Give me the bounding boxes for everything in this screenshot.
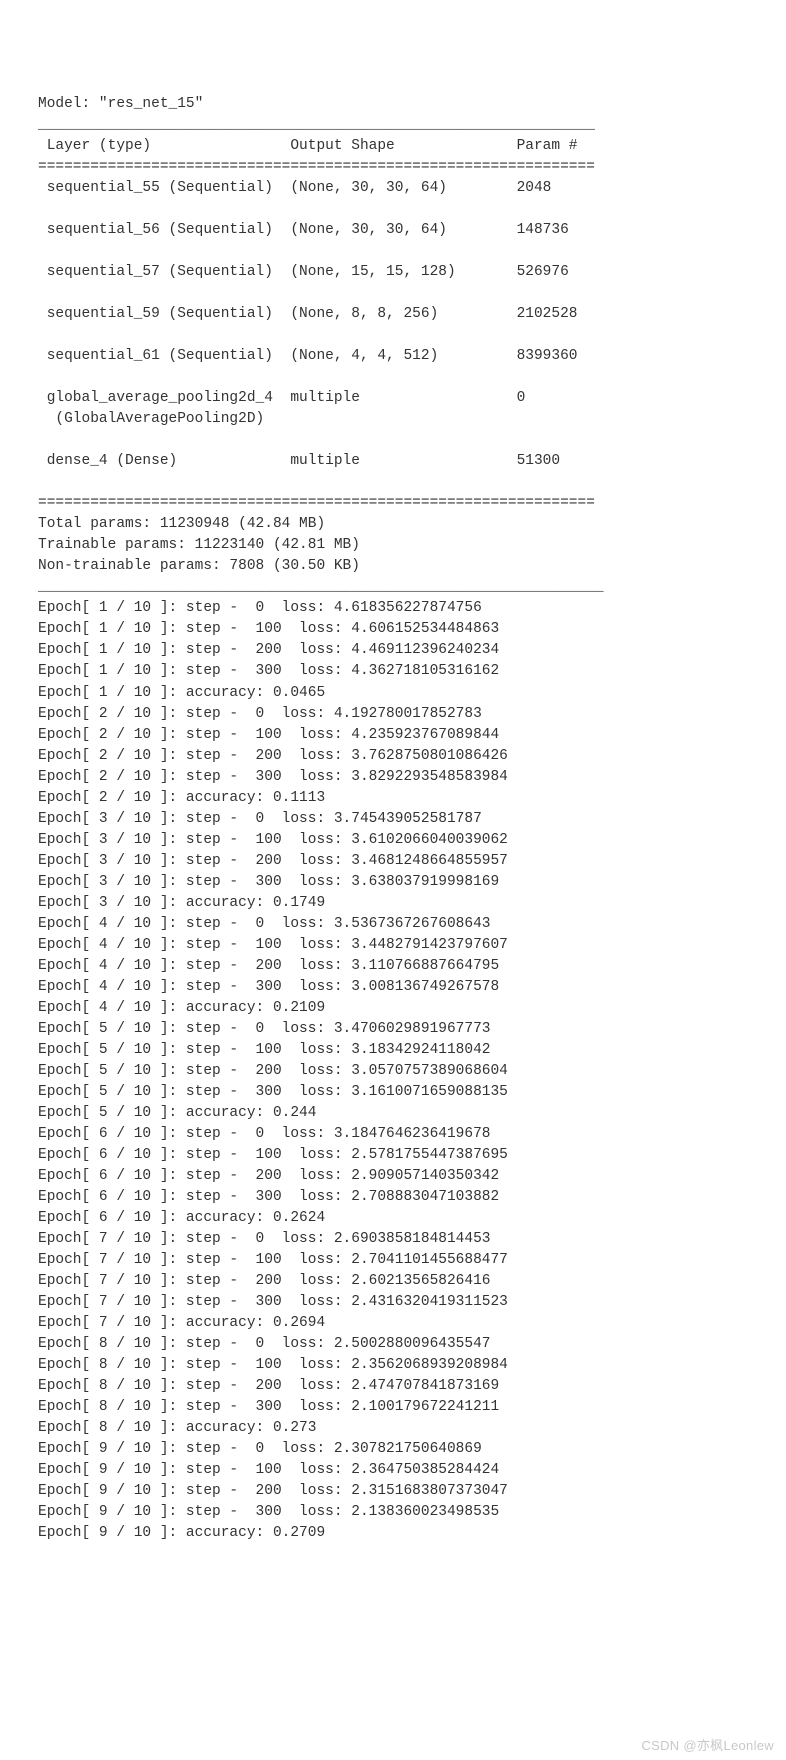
console-output: Model: "res_net_15" ____________________…	[38, 94, 786, 1544]
watermark-text: CSDN @亦枫Leonlew	[641, 1737, 774, 1756]
